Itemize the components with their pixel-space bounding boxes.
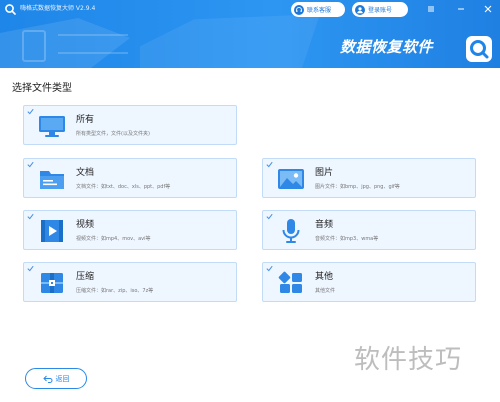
close-button[interactable] [483,4,493,14]
check-icon [266,265,273,272]
file-type-name: 其他 [315,272,334,282]
file-type-name: 视频 [76,220,95,230]
menu-button[interactable] [426,4,436,14]
check-icon [27,161,34,168]
brand-text: 数据恢复软件 [340,38,434,56]
header-decoration [140,14,320,68]
file-type-desc: 文档文件：如txt、doc、xls、ppt、pdf等 [76,184,171,190]
file-type-name: 压缩 [76,272,95,282]
file-type-desc: 所有类型文件，文件(以及文件夹) [76,131,150,137]
app-logo-icon [5,4,16,15]
app-header: 嗨格式数据恢复大师 V2.9.4 联系客服 登录账号 数据恢复软件 [0,0,500,68]
folder-icon [40,171,64,189]
file-type-desc: 图片文件：如bmp、jpg、png、gif等 [315,184,400,190]
file-type-archive-card[interactable]: 压缩 压缩文件：如rar、zip、iso、7z等 [23,262,237,302]
back-button[interactable]: 返回 [25,368,87,389]
watermark-text: 软件技巧 [354,345,463,375]
user-icon [355,4,365,15]
file-type-audio-card[interactable]: 音频 音频文件：如mp3、wma等 [262,210,476,250]
archive-icon [41,273,63,293]
video-icon [41,220,63,242]
contact-service-label: 联系客服 [307,7,332,14]
app-title: 嗨格式数据恢复大师 V2.9.4 [20,5,96,12]
check-icon [27,213,34,220]
grid-icon [278,271,302,293]
check-icon [266,213,273,220]
file-type-desc: 音频文件：如mp3、wma等 [315,236,379,242]
file-type-all-card[interactable]: 所有 所有类型文件，文件(以及文件夹) [23,105,237,145]
headset-icon [294,4,304,15]
contact-service-button[interactable]: 联系客服 [291,2,345,17]
back-arrow-icon [42,375,53,383]
microphone-icon [282,219,300,243]
back-label: 返回 [55,374,70,383]
minimize-icon [458,8,464,10]
file-type-name: 图片 [315,168,334,178]
check-icon [266,161,273,168]
check-icon [27,108,34,115]
header-decoration [22,30,46,62]
file-type-document-card[interactable]: 文档 文档文件：如txt、doc、xls、ppt、pdf等 [23,158,237,198]
monitor-icon [39,116,65,137]
check-icon [27,265,34,272]
login-label: 登录账号 [368,7,393,14]
login-button[interactable]: 登录账号 [352,2,408,17]
brand-logo-icon [466,36,492,62]
header-decoration [58,34,128,54]
file-type-other-card[interactable]: 其他 其他文件 [262,262,476,302]
file-type-desc: 其他文件 [315,288,336,294]
file-type-name: 文档 [76,168,95,178]
close-icon [484,5,492,13]
picture-icon [278,169,304,189]
section-title: 选择文件类型 [12,83,72,94]
file-type-name: 所有 [76,115,95,125]
file-type-video-card[interactable]: 视频 视频文件：如mp4、mov、avi等 [23,210,237,250]
minimize-button[interactable] [456,4,466,14]
file-type-name: 音频 [315,220,334,230]
menu-icon [428,6,434,12]
file-type-image-card[interactable]: 图片 图片文件：如bmp、jpg、png、gif等 [262,158,476,198]
file-type-desc: 压缩文件：如rar、zip、iso、7z等 [76,288,154,294]
file-type-desc: 视频文件：如mp4、mov、avi等 [76,236,151,242]
